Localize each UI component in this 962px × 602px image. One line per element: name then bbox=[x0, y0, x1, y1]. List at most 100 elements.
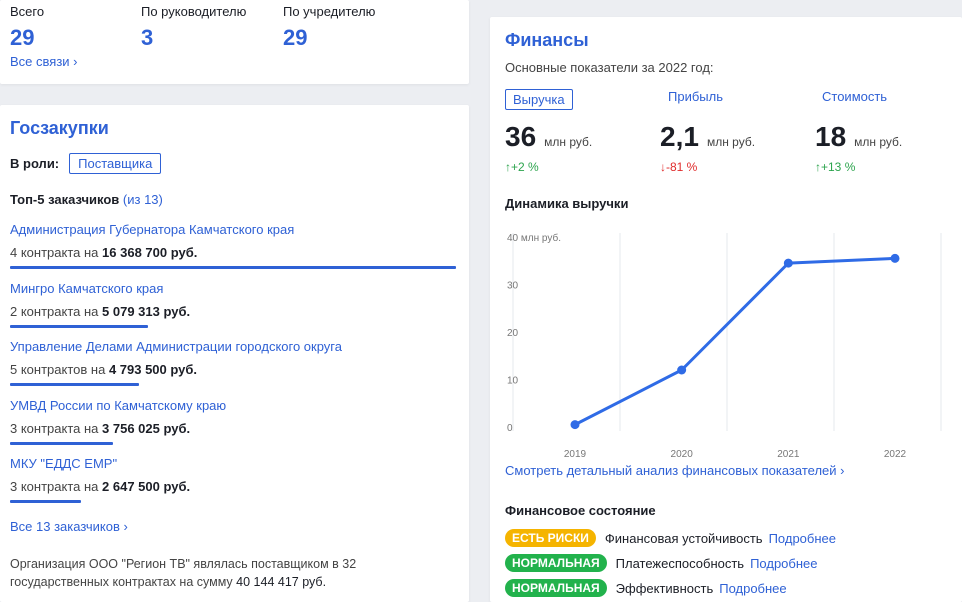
data-point bbox=[890, 253, 900, 263]
contracts-count: 5 контрактов на bbox=[10, 362, 106, 377]
revenue-chart: 40 млн руб. 30 20 10 0 2019 2020 2021 2022 bbox=[507, 232, 942, 457]
stat-label: По руководителю bbox=[141, 4, 247, 19]
top-customers-heading: Топ-5 заказчиков (из 13) bbox=[10, 192, 163, 207]
customer-desc: 3 контракта на 2 647 500 руб. bbox=[10, 479, 456, 494]
top-count[interactable]: (из 13) bbox=[123, 192, 163, 207]
tab-profit[interactable]: Прибыль bbox=[668, 89, 723, 104]
customer-link[interactable]: Администрация Губернатора Камчатского кр… bbox=[10, 222, 456, 237]
contracts-amount: 16 368 700 руб. bbox=[102, 245, 198, 260]
y-tick-label: 10 bbox=[507, 376, 519, 387]
metric-delta: ↓-81 % bbox=[660, 160, 698, 174]
contracts-amount: 3 756 025 руб. bbox=[102, 421, 191, 436]
contracts-summary: Организация ООО "Регион ТВ" являлась пос… bbox=[10, 555, 450, 591]
contracts-count: 3 контракта на bbox=[10, 421, 99, 436]
metric-unit: млн руб. bbox=[544, 135, 593, 149]
customer-desc: 4 контракта на 16 368 700 руб. bbox=[10, 245, 456, 260]
state-label: Платежеспособность bbox=[615, 555, 745, 571]
y-tick-label: 30 bbox=[507, 281, 519, 292]
share-bar bbox=[10, 383, 140, 386]
customer-desc: 3 контракта на 3 756 025 руб. bbox=[10, 421, 456, 436]
stat-label: По учредителю bbox=[283, 4, 376, 19]
details-link[interactable]: Подробнее bbox=[750, 556, 817, 571]
state-row: НОРМАЛЬНАЯ Эффективность Подробнее bbox=[505, 579, 787, 597]
stat-value[interactable]: 3 bbox=[141, 25, 246, 51]
contracts-amount: 4 793 500 руб. bbox=[108, 362, 198, 377]
metric-delta: ↑+2 % bbox=[505, 160, 539, 174]
role-selector[interactable]: Поставщика bbox=[69, 153, 162, 174]
x-tick-label: 2021 bbox=[777, 449, 800, 457]
stat-label: Всего bbox=[10, 4, 45, 19]
status-badge: НОРМАЛЬНАЯ bbox=[505, 554, 607, 572]
customer-item: Администрация Губернатора Камчатского кр… bbox=[10, 222, 456, 269]
y-tick-label: 20 bbox=[507, 328, 519, 339]
tab-revenue[interactable]: Выручка bbox=[505, 89, 573, 110]
share-bar bbox=[10, 266, 456, 269]
metric-cost: 18 млн руб. bbox=[815, 121, 902, 153]
details-link[interactable]: Подробнее bbox=[719, 581, 786, 596]
data-point bbox=[783, 258, 793, 268]
status-badge: ЕСТЬ РИСКИ bbox=[505, 529, 596, 547]
customer-desc: 2 контракта на 5 079 313 руб. bbox=[10, 304, 456, 319]
metric-value: 18 bbox=[815, 121, 847, 152]
state-row: ЕСТЬ РИСКИ Финансовая устойчивость Подро… bbox=[505, 529, 836, 547]
state-label: Финансовая устойчивость bbox=[604, 530, 763, 546]
customer-item: УМВД России по Камчатскому краю 3 контра… bbox=[10, 398, 456, 445]
customer-link[interactable]: УМВД России по Камчатскому краю bbox=[10, 398, 456, 413]
state-row: НОРМАЛЬНАЯ Платежеспособность Подробнее bbox=[505, 554, 818, 572]
stat-by-manager: По руководителю 3 bbox=[141, 4, 246, 51]
contracts-count: 4 контракта на bbox=[10, 245, 99, 260]
finances-subtitle: Основные показатели за 2022 год: bbox=[505, 60, 714, 75]
x-tick-label: 2022 bbox=[884, 449, 907, 457]
customer-item: Мингро Камчатского края 2 контракта на 5… bbox=[10, 281, 456, 328]
section-title: Госзакупки bbox=[10, 118, 109, 138]
finances-card: Финансы Основные показатели за 2022 год:… bbox=[490, 17, 962, 602]
x-tick-label: 2019 bbox=[564, 449, 587, 457]
links-card: Всего 29 По руководителю 3 По учредителю… bbox=[0, 0, 469, 84]
share-bar bbox=[10, 500, 82, 503]
contracts-amount: 5 079 313 руб. bbox=[102, 304, 191, 319]
stat-value[interactable]: 29 bbox=[283, 25, 375, 51]
customer-link[interactable]: МКУ "ЕДДС ЕМР" bbox=[10, 456, 456, 471]
customer-link[interactable]: Управление Делами Администрации городско… bbox=[10, 339, 456, 354]
goszakupki-card: Госзакупки В роли: Поставщика Топ-5 зака… bbox=[0, 105, 469, 602]
metric-revenue: 36 млн руб. bbox=[505, 121, 592, 153]
customer-link[interactable]: Мингро Камчатского края bbox=[10, 281, 456, 296]
data-point bbox=[677, 365, 687, 375]
x-tick-label: 2020 bbox=[671, 449, 694, 457]
stat-value[interactable]: 29 bbox=[10, 25, 44, 51]
y-tick-label: 0 bbox=[507, 423, 513, 434]
top-label: Топ-5 заказчиков bbox=[10, 192, 120, 207]
share-bar bbox=[10, 325, 149, 328]
details-link[interactable]: Подробнее bbox=[769, 531, 836, 546]
section-title: Финансы bbox=[505, 30, 589, 50]
customer-item: МКУ "ЕДДС ЕМР" 3 контракта на 2 647 500 … bbox=[10, 456, 456, 503]
all-customers-link[interactable]: Все 13 заказчиков › bbox=[10, 519, 128, 534]
role-row: В роли: Поставщика bbox=[10, 153, 162, 174]
series-line bbox=[574, 256, 896, 426]
metric-value: 2,1 bbox=[660, 121, 699, 152]
metric-profit: 2,1 млн руб. bbox=[660, 121, 755, 153]
financial-analysis-link[interactable]: Смотреть детальный анализ финансовых пок… bbox=[505, 463, 844, 478]
financial-state-title: Финансовое состояние bbox=[505, 503, 656, 518]
all-links-link[interactable]: Все связи › bbox=[10, 54, 77, 69]
customer-desc: 5 контрактов на 4 793 500 руб. bbox=[10, 362, 456, 377]
metric-delta: ↑+13 % bbox=[815, 160, 856, 174]
chart-title: Динамика выручки bbox=[505, 196, 629, 211]
y-tick-label: 40 млн руб. bbox=[507, 232, 561, 244]
stat-total: Всего 29 bbox=[10, 4, 44, 51]
metric-value: 36 bbox=[505, 121, 537, 152]
contracts-amount: 2 647 500 руб. bbox=[102, 479, 191, 494]
stat-by-founder: По учредителю 29 bbox=[283, 4, 375, 51]
share-bar bbox=[10, 442, 113, 445]
tab-cost[interactable]: Стоимость bbox=[822, 89, 887, 104]
customer-item: Управление Делами Администрации городско… bbox=[10, 339, 456, 386]
data-point bbox=[570, 420, 580, 430]
role-label: В роли: bbox=[10, 156, 60, 171]
status-badge: НОРМАЛЬНАЯ bbox=[505, 579, 607, 597]
metric-unit: млн руб. bbox=[706, 135, 756, 149]
summary-amount: 40 144 417 руб. bbox=[236, 575, 327, 589]
contracts-count: 2 контракта на bbox=[10, 304, 99, 319]
state-label: Эффективность bbox=[615, 580, 714, 596]
contracts-count: 3 контракта на bbox=[10, 479, 99, 494]
metric-unit: млн руб. bbox=[854, 135, 903, 149]
